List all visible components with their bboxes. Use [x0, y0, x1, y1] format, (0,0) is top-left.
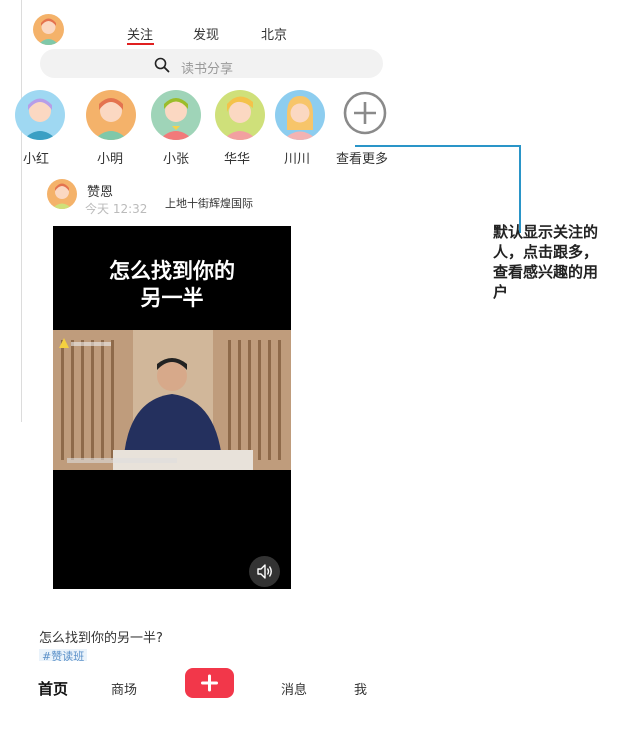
nav-messages[interactable]: 消息: [281, 679, 307, 698]
search-placeholder: 读书分享: [181, 62, 234, 77]
tab-active-indicator: [127, 43, 154, 45]
profile-avatar[interactable]: [33, 14, 64, 45]
story-avatar-xiaozhang[interactable]: [151, 90, 201, 140]
content-edge-line: [21, 0, 22, 422]
story-avatar-xiaohong[interactable]: [15, 90, 65, 140]
story-avatar-chuanchuan[interactable]: [275, 90, 325, 140]
search-icon: [154, 57, 170, 73]
plus-circle-icon: [343, 91, 387, 135]
post-caption: 怎么找到你的另一半?: [39, 631, 163, 646]
video-frame: [53, 330, 291, 470]
speaker-icon: [257, 564, 272, 579]
annotation-line: [355, 145, 521, 147]
sound-toggle-button[interactable]: [249, 556, 280, 587]
annotation-note: 默认显示关注的人，点击跟多，查看感兴趣的用户: [493, 224, 599, 301]
story-label: 小张: [162, 152, 189, 167]
tab-beijing[interactable]: 北京: [261, 24, 287, 43]
video-title: 怎么找到你的 另一半: [109, 259, 235, 310]
post-location[interactable]: 上地十街辉煌国际: [165, 195, 253, 211]
plus-icon: [201, 674, 218, 692]
story-label: 华华: [223, 152, 250, 167]
post-timestamp: 今天 12:32: [85, 202, 148, 216]
annotation-line: [519, 145, 521, 233]
story-avatar-huahua[interactable]: [215, 90, 265, 140]
story-label: 川川: [283, 152, 310, 167]
story-label: 小红: [22, 152, 49, 167]
post-tag[interactable]: #赞读班: [39, 649, 88, 661]
view-more-label[interactable]: 查看更多: [336, 148, 388, 167]
tab-discover[interactable]: 发现: [193, 24, 219, 43]
view-more-button[interactable]: [343, 91, 387, 135]
nav-mall[interactable]: 商场: [111, 679, 137, 698]
tab-following[interactable]: 关注: [127, 24, 153, 43]
story-avatar-xiaoming[interactable]: [86, 90, 136, 140]
story-label: 小明: [96, 152, 123, 167]
nav-me[interactable]: 我: [354, 679, 367, 698]
nav-home[interactable]: 首页: [38, 678, 68, 699]
post-username[interactable]: 赞恩: [87, 181, 113, 200]
post-video[interactable]: 怎么找到你的 另一半: [53, 226, 291, 589]
create-post-button[interactable]: [185, 668, 234, 698]
post-author-avatar[interactable]: [47, 179, 77, 209]
